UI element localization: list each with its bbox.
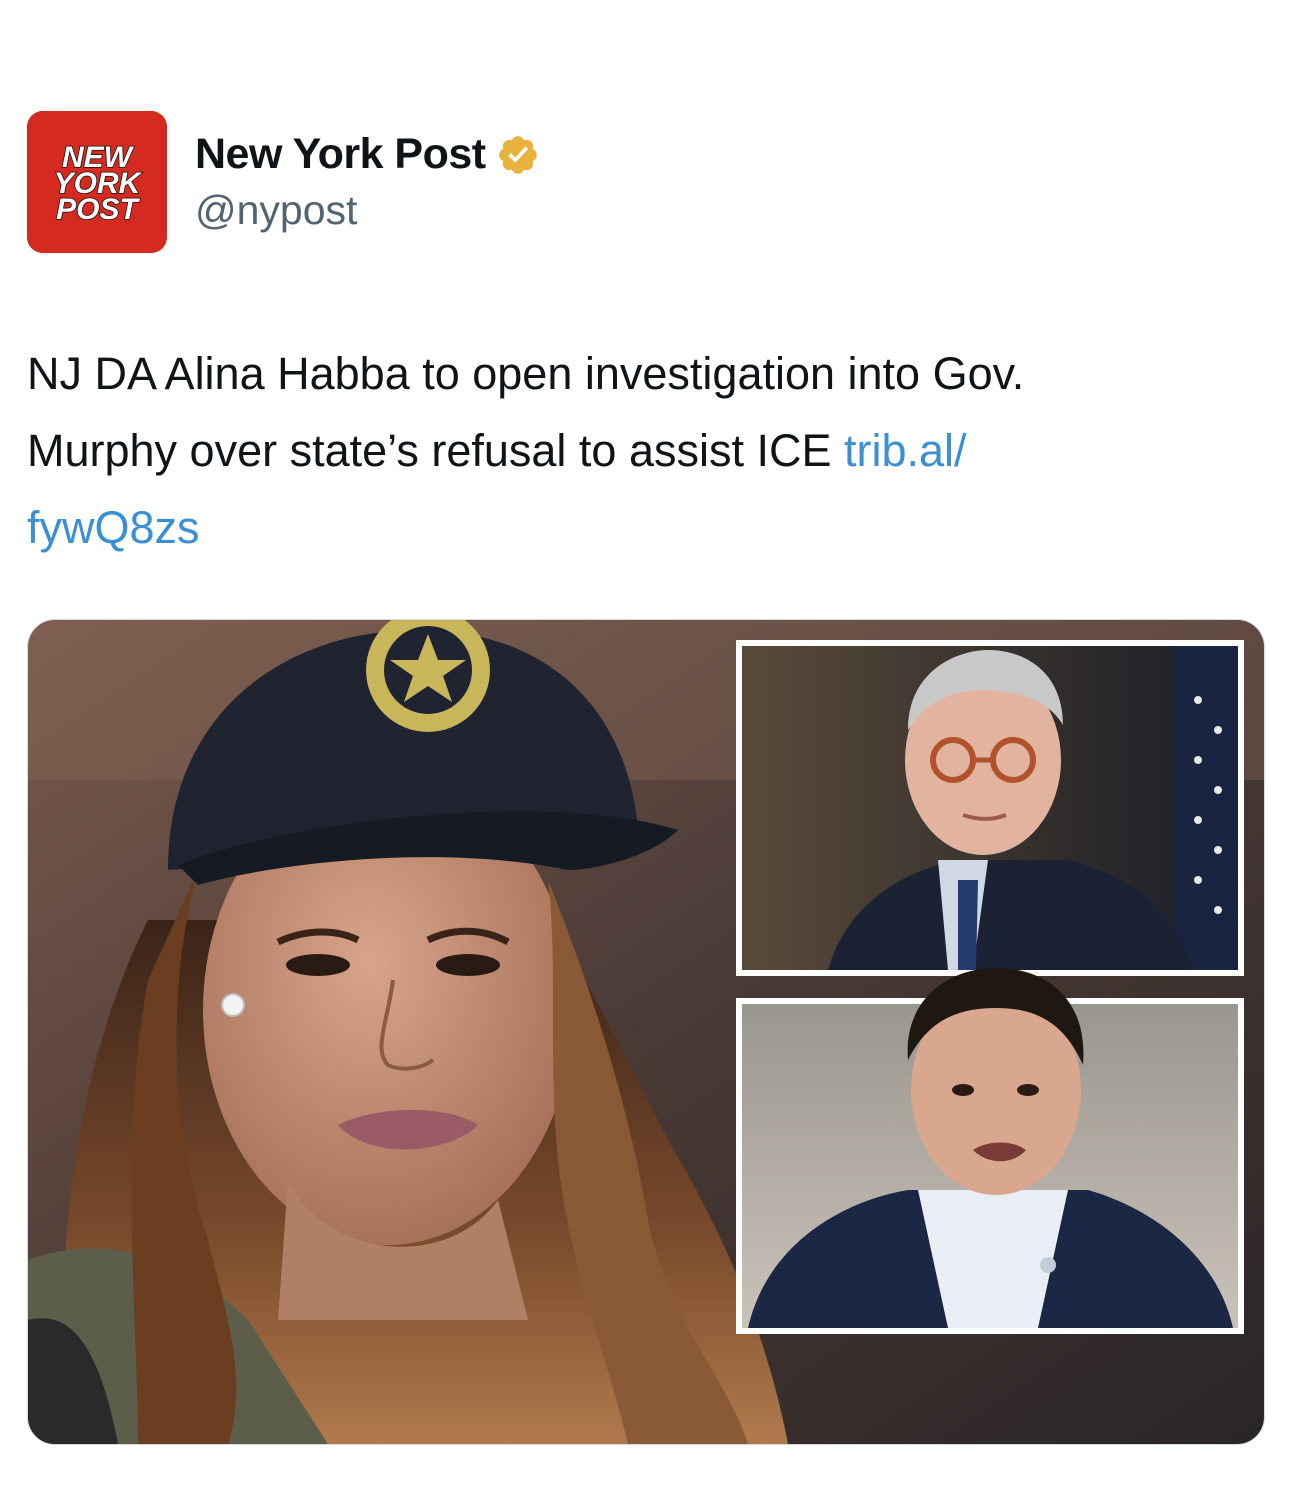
tweet-text-line-2: Murphy over state’s refusal to assist IC… bbox=[27, 412, 1257, 489]
account-handle[interactable]: @nypost bbox=[195, 187, 357, 234]
display-name-row[interactable]: New York Post bbox=[195, 127, 540, 181]
display-name[interactable]: New York Post bbox=[195, 130, 486, 179]
tweet-text-line-1: NJ DA Alina Habba to open investigation … bbox=[27, 348, 1025, 399]
inset-top-frame bbox=[736, 640, 1244, 976]
tweet-media-image[interactable] bbox=[27, 619, 1265, 1445]
inset-bottom-frame bbox=[736, 968, 1244, 1334]
nypost-logo-icon: NEW YORK POST bbox=[27, 111, 167, 253]
tweet-text-line-2-body: Murphy over state’s refusal to assist IC… bbox=[27, 425, 844, 476]
verified-badge-icon[interactable] bbox=[496, 133, 540, 177]
tweet-text-line-3: fywQ8zs bbox=[27, 489, 1257, 566]
tweet-text: NJ DA Alina Habba to open investigation … bbox=[27, 335, 1257, 566]
photo-composite bbox=[28, 620, 1264, 1444]
tweet-link-part-2[interactable]: fywQ8zs bbox=[27, 502, 200, 553]
tweet-link-part-1[interactable]: trib.al/ bbox=[844, 425, 967, 476]
logo-text-line-3: POST bbox=[56, 193, 140, 226]
account-avatar[interactable]: NEW YORK POST bbox=[27, 111, 167, 253]
